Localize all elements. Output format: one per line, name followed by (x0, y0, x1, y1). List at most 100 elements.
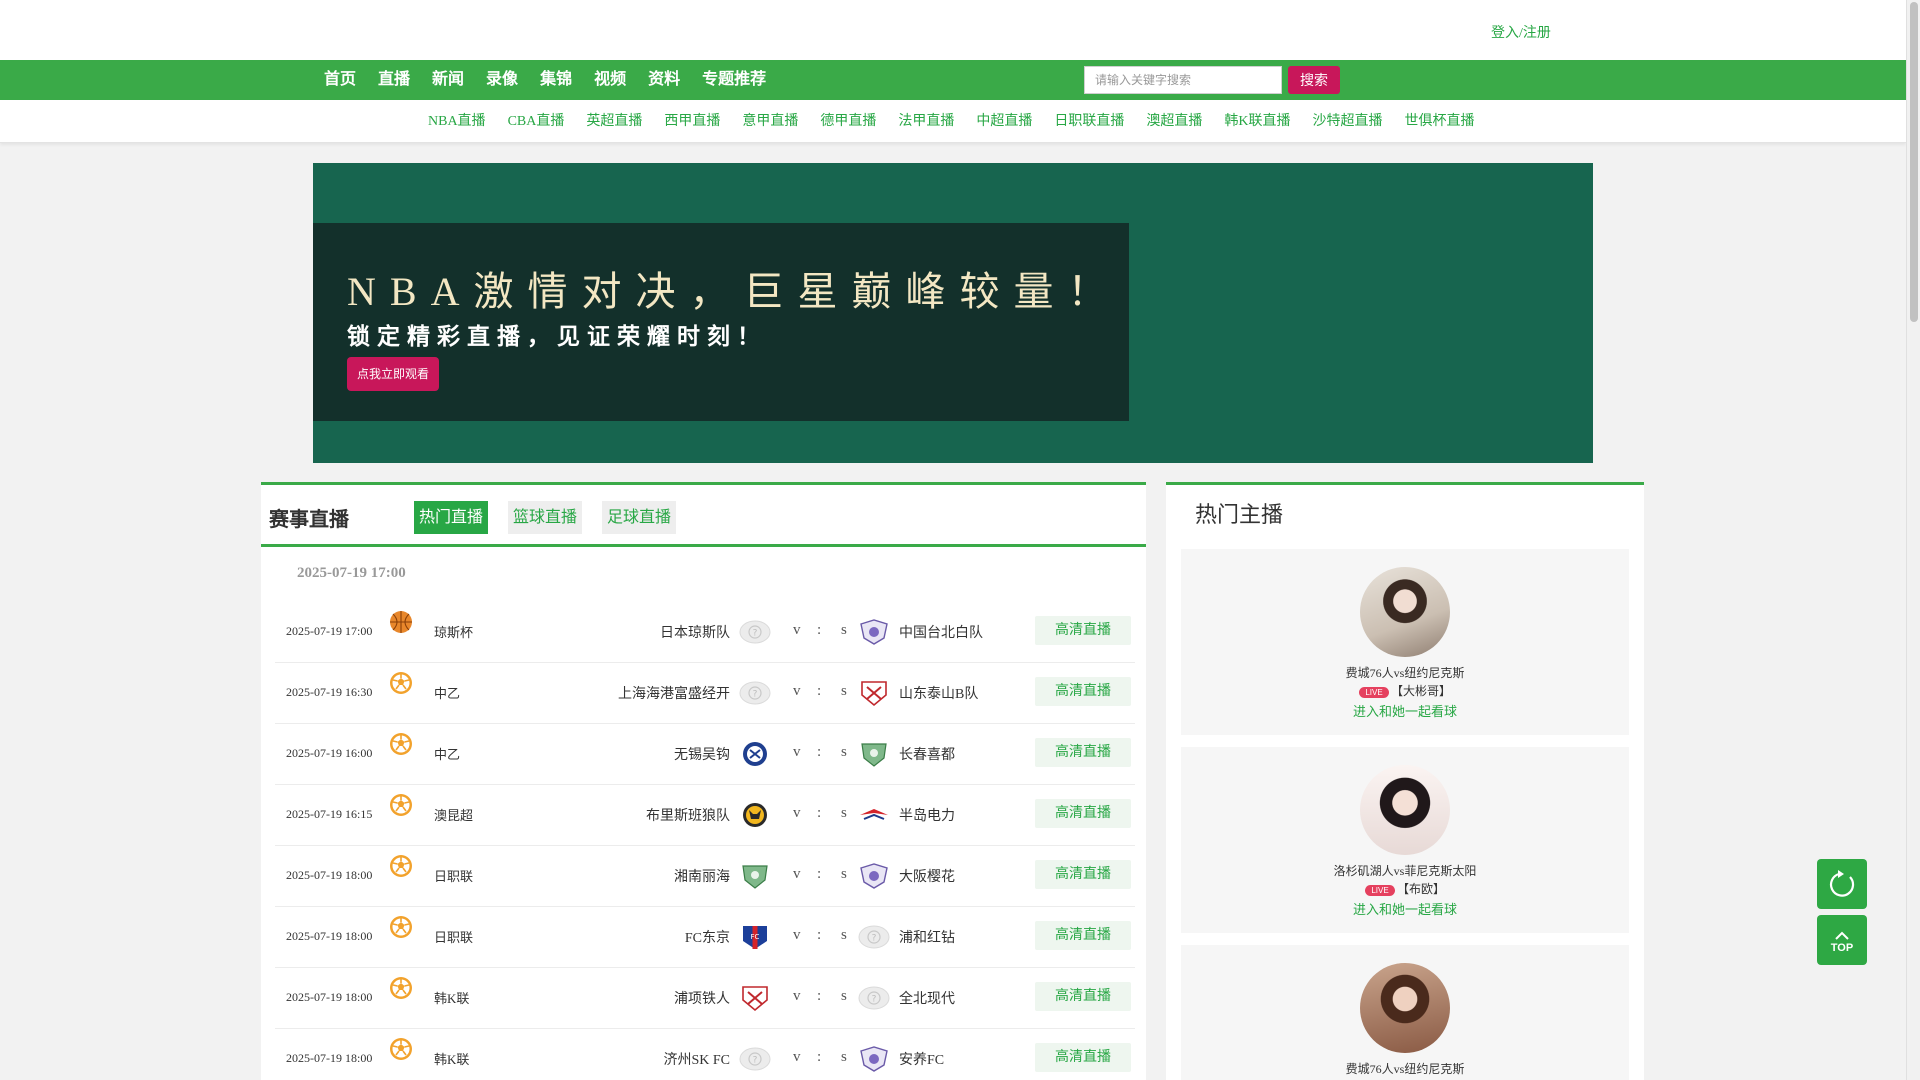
refresh-button[interactable] (1817, 859, 1867, 909)
nav-item[interactable]: 录像 (486, 60, 518, 100)
hd-live-button[interactable]: 高清直播 (1035, 616, 1131, 645)
vs-letter-s: s (841, 744, 847, 760)
home-team-name[interactable]: 浦项铁人 (674, 988, 730, 1008)
match-row: 2025-07-19 16:15 澳昆超 布里斯班狼队 v: s 半岛电力 高清直播 (275, 785, 1135, 846)
league-nav-item[interactable]: 澳超直播 (1146, 100, 1202, 143)
vs-colon: : (817, 805, 822, 821)
hot-anchors-panel: 热门主播 费城76人vs纽约尼克斯 LIVE 【大彬哥】 进入和她一起看球 洛杉矶湖人v… (1166, 482, 1644, 1080)
hd-live-button[interactable]: 高清直播 (1035, 677, 1131, 706)
tab-football-live[interactable]: 足球直播 (602, 501, 677, 534)
watch-now-button[interactable]: 点我立即观看 (347, 357, 439, 391)
page: 登入/注册 首页直播新闻录像集锦视频资料专题推荐 搜索 NBA直播 CBA直播英超… (0, 0, 1920, 1080)
match-league[interactable]: 中乙 (434, 683, 460, 702)
match-row: 2025-07-19 16:30 中乙 上海海港富盛经开? v: s 山东泰山B队 高清直播 (275, 663, 1135, 724)
hd-live-button[interactable]: 高清直播 (1035, 1043, 1131, 1072)
league-nav-item[interactable]: 德甲直播 (820, 100, 876, 143)
join-watch-link[interactable]: 进入和她一起看球 (1181, 899, 1629, 918)
league-nav-item[interactable]: 中超直播 (976, 100, 1032, 143)
league-nav-item[interactable]: NBA直播 (428, 100, 486, 143)
nav-item[interactable]: 集锦 (540, 60, 572, 100)
hd-live-button[interactable]: 高清直播 (1035, 738, 1131, 767)
live-panel-header: 赛事直播 热门直播 篮球直播 足球直播 (261, 485, 1146, 547)
away-team-name[interactable]: 长春喜都 (899, 744, 955, 764)
away-team-name[interactable]: 安养FC (899, 1049, 944, 1069)
promo-banner[interactable]: NBA激情对决，巨星巅峰较量！ 锁定精彩直播，见证荣耀时刻！ 点我立即观看 (313, 163, 1593, 463)
away-team-name[interactable]: 山东泰山B队 (899, 683, 978, 703)
home-team-name[interactable]: 上海海港富盛经开 (618, 683, 730, 703)
home-team-name[interactable]: 日本琼斯队 (660, 622, 730, 642)
vs-letter-v: v (793, 988, 801, 1004)
search-input[interactable] (1084, 66, 1282, 94)
anchor-avatar[interactable] (1360, 765, 1450, 855)
login-register-link[interactable]: 登入/注册 (1491, 22, 1551, 42)
anchor-card[interactable]: 费城76人vs纽约尼克斯 LIVE 【大彬哥】 进入和她一起看球 (1181, 549, 1629, 735)
league-nav-item[interactable]: 世俱杯直播 (1404, 100, 1474, 143)
match-time: 2025-07-19 18:00 (286, 868, 373, 882)
match-league[interactable]: 韩K联 (434, 988, 469, 1007)
vs-colon: : (817, 1049, 822, 1065)
match-league[interactable]: 中乙 (434, 744, 460, 763)
league-nav-item[interactable]: 日职联直播 (1054, 100, 1124, 143)
match-list: 2025-07-19 17:00 琼斯杯 日本琼斯队? v: s 中国台北白队 高清直播 20… (275, 602, 1135, 1080)
vs-letter-s: s (841, 988, 847, 1004)
match-league[interactable]: 韩K联 (434, 1049, 469, 1068)
league-nav-item[interactable]: 沙特超直播 (1312, 100, 1382, 143)
anchor-card[interactable]: 洛杉矶湖人vs菲尼克斯太阳 LIVE 【布欧】 进入和她一起看球 (1181, 747, 1629, 933)
league-nav-item[interactable]: 法甲直播 (898, 100, 954, 143)
nav-item[interactable]: 专题推荐 (702, 60, 766, 100)
league-nav-item[interactable]: 西甲直播 (664, 100, 720, 143)
match-row: 2025-07-19 18:00 日职联 湘南丽海 v: s 大阪樱花 高清直播 (275, 846, 1135, 907)
nav-item[interactable]: 视频 (594, 60, 626, 100)
match-league[interactable]: 日职联 (434, 866, 473, 885)
vs-letter-s: s (841, 683, 847, 699)
svg-text:?: ? (753, 1056, 758, 1066)
banner-subtitle: 锁定精彩直播，见证荣耀时刻！ (347, 323, 767, 349)
away-team-name[interactable]: 中国台北白队 (899, 622, 983, 642)
home-team-name[interactable]: 无锡吴钩 (674, 744, 730, 764)
hd-live-button[interactable]: 高清直播 (1035, 799, 1131, 828)
tab-hot-live[interactable]: 热门直播 (414, 501, 489, 534)
back-to-top-button[interactable]: TOP (1817, 915, 1867, 965)
hd-live-button[interactable]: 高清直播 (1035, 982, 1131, 1011)
away-team-name[interactable]: 大阪樱花 (899, 866, 955, 886)
football-icon (390, 1038, 412, 1060)
league-nav-item[interactable]: CBA直播 (508, 100, 565, 143)
anchor-card[interactable]: 费城76人vs纽约尼克斯LIVE【佳佳】进入和她一起看球 (1181, 945, 1629, 1080)
hd-live-button[interactable]: 高清直播 (1035, 860, 1131, 889)
match-league[interactable]: 澳昆超 (434, 805, 473, 824)
tab-basketball-live[interactable]: 篮球直播 (508, 501, 583, 534)
away-team-name[interactable]: 半岛电力 (899, 805, 955, 825)
away-logo-placeholder-icon: ? (858, 925, 890, 949)
match-time: 2025-07-19 18:00 (286, 929, 373, 943)
nav-item[interactable]: 新闻 (432, 60, 464, 100)
scrollbar[interactable] (1906, 0, 1920, 1080)
league-nav-item[interactable]: 韩K联直播 (1224, 100, 1290, 143)
anchor-avatar[interactable] (1360, 963, 1450, 1053)
join-watch-link[interactable]: 进入和她一起看球 (1181, 701, 1629, 720)
nav-item[interactable]: 资料 (648, 60, 680, 100)
league-nav-item[interactable]: 意甲直播 (742, 100, 798, 143)
vs-colon: : (817, 866, 822, 882)
live-badge: LIVE (1364, 884, 1395, 896)
football-icon (390, 977, 412, 999)
main-nav: 首页 直播 新闻 录像 集锦 视频 资料 专题推荐 (0, 60, 1906, 100)
home-team-name[interactable]: 布里斯班狼队 (646, 805, 730, 825)
away-team-name[interactable]: 浦和红钻 (899, 927, 955, 947)
anchor-live-row: LIVE 【布欧】 (1181, 880, 1629, 897)
nav-item[interactable]: 直播 (378, 60, 410, 100)
nav-item[interactable]: 首页 (324, 60, 356, 100)
match-time: 2025-07-19 18:00 (286, 1051, 373, 1065)
hd-live-button[interactable]: 高清直播 (1035, 921, 1131, 950)
home-logo-red-crest-icon (742, 986, 768, 1012)
league-nav-item[interactable]: 英超直播 (586, 100, 642, 143)
match-league[interactable]: 琼斯杯 (434, 622, 473, 641)
anchor-avatar[interactable] (1360, 567, 1450, 657)
home-team-name[interactable]: 济州SK FC (663, 1049, 730, 1069)
scrollbar-thumb[interactable] (1910, 2, 1918, 322)
search-button[interactable]: 搜索 (1288, 66, 1340, 94)
home-logo-blue-red-crest-icon: FC (743, 926, 767, 949)
away-team-name[interactable]: 全北现代 (899, 988, 955, 1008)
home-team-name[interactable]: 湘南丽海 (674, 866, 730, 886)
match-league[interactable]: 日职联 (434, 927, 473, 946)
home-team-name[interactable]: FC东京 (685, 927, 730, 947)
